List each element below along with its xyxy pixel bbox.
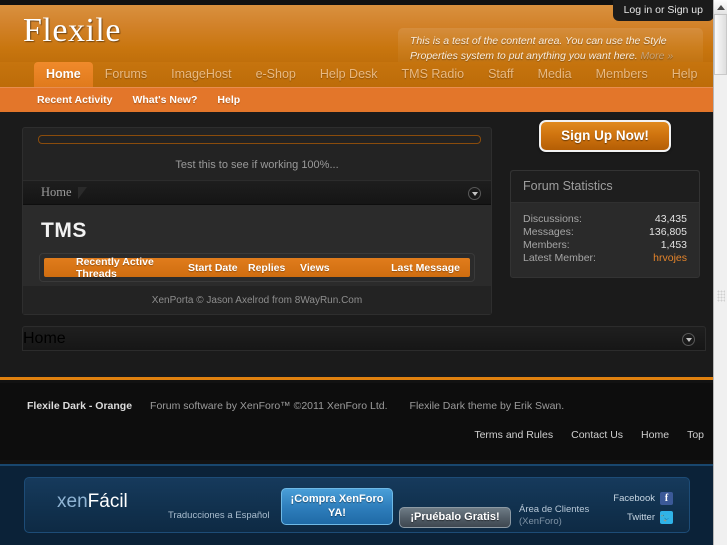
site-header: Flexile This is a test of the content ar… [0, 5, 714, 62]
xenfacil-logo-prefix: xen [57, 491, 88, 512]
client-area-label: Área de Clientes [519, 504, 590, 515]
facebook-row[interactable]: Facebook f [613, 492, 673, 505]
xenfacil-tagline: Traducciones a Español [168, 510, 270, 521]
stat-row-members: Members: 1,453 [523, 239, 687, 252]
xenporta-credit: XenPorta © Jason Axelrod from 8WayRun.Co… [23, 286, 491, 314]
rail-bar [38, 135, 481, 144]
scroll-up-button[interactable] [714, 0, 727, 15]
content-notice: This is a test of the content area. You … [398, 28, 703, 62]
breadcrumb-tail [77, 186, 87, 199]
subnav-item-recent-activity[interactable]: Recent Activity [27, 88, 122, 113]
body-wrapper: Test this to see if working 100%... Home… [0, 112, 714, 380]
footer-link-home[interactable]: Home [641, 429, 669, 441]
stat-value-members: 1,453 [660, 239, 687, 251]
threads-table: Recently Active Threads Start Date Repli… [39, 253, 475, 282]
subnav-list: Recent Activity What's New? Help [0, 88, 714, 113]
page-root: Flexile This is a test of the content ar… [0, 0, 727, 545]
table-header-row: Recently Active Threads Start Date Repli… [44, 256, 470, 280]
footer-software-note: Forum software by XenForo™ ©2011 XenForo… [150, 400, 388, 412]
footer-credits-row: Flexile Dark - Orange Forum software by … [0, 383, 714, 412]
nav-item-members[interactable]: Members [584, 62, 660, 87]
footer-link-terms[interactable]: Terms and Rules [474, 429, 553, 441]
xenfacil-panel: xenFácil Traducciones a Español ¡Compra … [24, 477, 690, 533]
footer-theme-note: Flexile Dark theme by Erik Swan. [409, 400, 565, 412]
col-views[interactable]: Views [300, 262, 362, 274]
vertical-scrollbar[interactable] [713, 0, 727, 545]
xenfacil-banner: xenFácil Traducciones a Español ¡Compra … [0, 464, 714, 545]
stat-value-discussions: 43,435 [654, 213, 687, 225]
main-content-panel: Test this to see if working 100%... Home… [22, 127, 492, 315]
sign-up-now-button[interactable]: Sign Up Now! [539, 120, 671, 152]
stat-value-messages: 136,805 [649, 226, 687, 238]
facebook-icon[interactable]: f [660, 492, 673, 505]
stat-row-latest-member: Latest Member: hrvojes [523, 252, 687, 265]
test-text: Test this to see if working 100%... [175, 159, 339, 171]
buy-xenforo-button[interactable]: ¡Compra XenForo YA! [281, 488, 393, 525]
stat-value-latest-member[interactable]: hrvojes [653, 252, 687, 265]
triangle-up-icon [716, 4, 725, 10]
client-area-sublabel: (XenForo) [519, 516, 562, 527]
footer-style-name[interactable]: Flexile Dark - Orange [27, 400, 132, 412]
breadcrumb-bar: Home [23, 180, 491, 205]
nav-item-imagehost[interactable]: ImageHost [159, 62, 243, 87]
nav-item-media[interactable]: Media [526, 62, 584, 87]
twitter-label: Twitter [627, 512, 655, 523]
nav-item-home[interactable]: Home [34, 62, 93, 87]
footer-links-row: Terms and Rules Contact Us Home Top [0, 412, 714, 441]
footer-link-contact[interactable]: Contact Us [571, 429, 623, 441]
notice-more-link[interactable]: More » [641, 50, 674, 62]
stat-label-messages: Messages: [523, 226, 574, 238]
subnav-item-help[interactable]: Help [207, 88, 250, 113]
footer-link-top[interactable]: Top [687, 429, 704, 441]
chevron-down-icon [685, 337, 692, 342]
section-title: TMS [41, 219, 87, 242]
bottom-breadcrumb-collapse-button[interactable] [682, 333, 695, 346]
try-free-button[interactable]: ¡Pruébalo Gratis! [399, 507, 511, 528]
stat-label-members: Members: [523, 239, 570, 251]
forum-statistics-panel: Forum Statistics Discussions: 43,435 Mes… [510, 170, 700, 278]
nav-item-eshop[interactable]: e-Shop [244, 62, 308, 87]
bottom-breadcrumb-home[interactable]: Home [23, 330, 66, 348]
twitter-icon[interactable]: 🐦 [660, 511, 673, 524]
stat-row-discussions: Discussions: 43,435 [523, 213, 687, 226]
nav-item-helpdesk[interactable]: Help Desk [308, 62, 390, 87]
stat-label-latest-member: Latest Member: [523, 252, 596, 264]
breadcrumb-home[interactable]: Home [23, 185, 72, 200]
col-start-date[interactable]: Start Date [188, 262, 248, 274]
col-last-message[interactable]: Last Message [362, 262, 470, 274]
stat-label-discussions: Discussions: [523, 213, 582, 225]
login-signup-button[interactable]: Log in or Sign up [612, 0, 714, 21]
nav-item-staff[interactable]: Staff [476, 62, 525, 87]
nav-item-help[interactable]: Help [660, 62, 710, 87]
facebook-label: Facebook [613, 493, 655, 504]
col-replies[interactable]: Replies [248, 262, 300, 274]
sidebar: Sign Up Now! Forum Statistics Discussion… [510, 120, 700, 278]
bottom-breadcrumb-bar: Home [22, 326, 706, 351]
site-footer: Flexile Dark - Orange Forum software by … [0, 383, 714, 460]
chevron-down-icon [471, 191, 478, 196]
client-area-link[interactable]: Área de Clientes (XenForo) [519, 504, 589, 528]
portal-block: TMS Recently Active Threads Start Date R… [23, 205, 491, 286]
xenfacil-logo: xenFácil [57, 491, 128, 513]
site-logo: Flexile [23, 12, 121, 49]
twitter-row[interactable]: Twitter 🐦 [613, 511, 673, 524]
breadcrumb-collapse-button[interactable] [468, 187, 481, 200]
forum-statistics-title: Forum Statistics [511, 171, 699, 203]
page-nav-rail [23, 128, 491, 155]
col-recently-active-threads[interactable]: Recently Active Threads [76, 256, 188, 280]
social-links: Facebook f Twitter 🐦 [613, 492, 673, 530]
nav-list: Home Forums ImageHost e-Shop Help Desk T… [0, 62, 714, 87]
nav-item-forums[interactable]: Forums [93, 62, 159, 87]
nav-item-tmsradio[interactable]: TMS Radio [390, 62, 477, 87]
secondary-navigation: Recent Activity What's New? Help [0, 87, 714, 112]
scrollbar-grip-icon [717, 290, 725, 302]
notice-text: This is a test of the content area. You … [410, 35, 667, 62]
forum-statistics-list: Discussions: 43,435 Messages: 136,805 Me… [511, 203, 699, 277]
stat-row-messages: Messages: 136,805 [523, 226, 687, 239]
primary-navigation: Home Forums ImageHost e-Shop Help Desk T… [0, 62, 714, 87]
scrollbar-thumb[interactable] [714, 15, 727, 75]
xenfacil-logo-suffix: Fácil [87, 491, 128, 512]
subnav-item-whats-new[interactable]: What's New? [122, 88, 207, 113]
